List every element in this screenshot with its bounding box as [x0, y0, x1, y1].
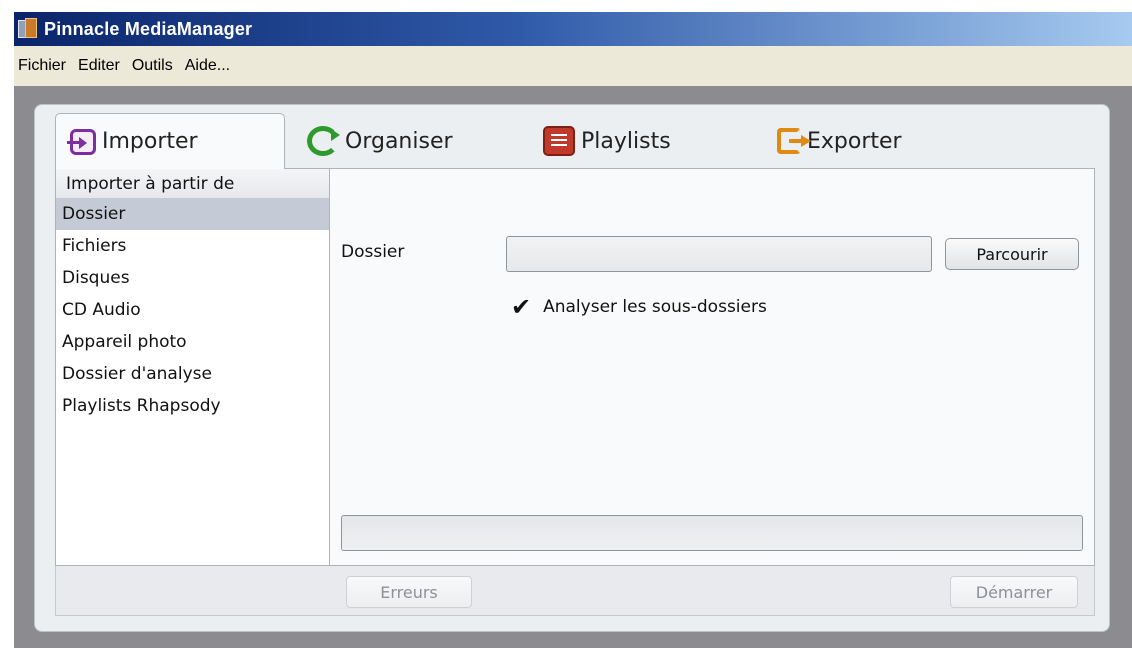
source-item-disques[interactable]: Disques	[56, 262, 329, 294]
import-options: Dossier Parcourir ✔ Analyser les sous-do…	[331, 169, 1094, 565]
tab-label: Playlists	[581, 128, 671, 154]
start-button[interactable]: Démarrer	[950, 576, 1078, 608]
import-source-list: Importer à partir de Dossier Fichiers Di…	[56, 169, 330, 565]
tab-organiser[interactable]: Organiser	[307, 113, 453, 169]
import-content: Importer à partir de Dossier Fichiers Di…	[55, 168, 1095, 566]
subfolders-label: Analyser les sous-dossiers	[543, 297, 767, 317]
app-icon	[18, 18, 38, 40]
export-icon	[777, 128, 811, 154]
source-list-heading: Importer à partir de	[56, 169, 329, 198]
source-item-cd-audio[interactable]: CD Audio	[56, 294, 329, 326]
work-area: Importer Organiser Playlists Exporter Im…	[14, 86, 1132, 648]
menu-editer[interactable]: Editer	[78, 57, 120, 75]
errors-button[interactable]: Erreurs	[346, 576, 472, 608]
tab-bar: Importer Organiser Playlists Exporter	[55, 113, 1095, 169]
folder-label: Dossier	[341, 242, 405, 262]
source-item-playlists-rhapsody[interactable]: Playlists Rhapsody	[56, 390, 329, 422]
source-item-fichiers[interactable]: Fichiers	[56, 230, 329, 262]
tab-exporter[interactable]: Exporter	[777, 113, 902, 169]
tab-playlists[interactable]: Playlists	[543, 113, 671, 169]
menu-outils[interactable]: Outils	[132, 57, 173, 75]
checkmark-icon: ✔	[511, 293, 532, 321]
window-title: Pinnacle MediaManager	[44, 18, 253, 39]
tab-label: Importer	[102, 129, 198, 154]
folder-input[interactable]	[506, 236, 932, 272]
source-item-dossier[interactable]: Dossier	[56, 198, 329, 230]
source-item-dossier-analyse[interactable]: Dossier d'analyse	[56, 358, 329, 390]
source-item-appareil-photo[interactable]: Appareil photo	[56, 326, 329, 358]
tab-label: Organiser	[345, 128, 453, 154]
tab-importer[interactable]: Importer	[55, 113, 285, 169]
menu-aide[interactable]: Aide...	[185, 57, 230, 75]
import-icon	[67, 128, 96, 155]
footer-bar: Erreurs Démarrer	[55, 566, 1095, 616]
main-panel: Importer Organiser Playlists Exporter Im…	[34, 104, 1110, 632]
playlist-icon	[543, 126, 575, 156]
browse-button[interactable]: Parcourir	[945, 238, 1079, 270]
title-bar: Pinnacle MediaManager	[14, 12, 1132, 46]
tab-label: Exporter	[807, 128, 902, 154]
menu-fichier[interactable]: Fichier	[18, 57, 66, 75]
organise-icon	[307, 126, 340, 156]
subfolders-checkbox[interactable]: ✔ Analyser les sous-dossiers	[511, 295, 767, 319]
progress-bar	[341, 515, 1083, 551]
menu-bar: Fichier Editer Outils Aide...	[14, 46, 1132, 86]
